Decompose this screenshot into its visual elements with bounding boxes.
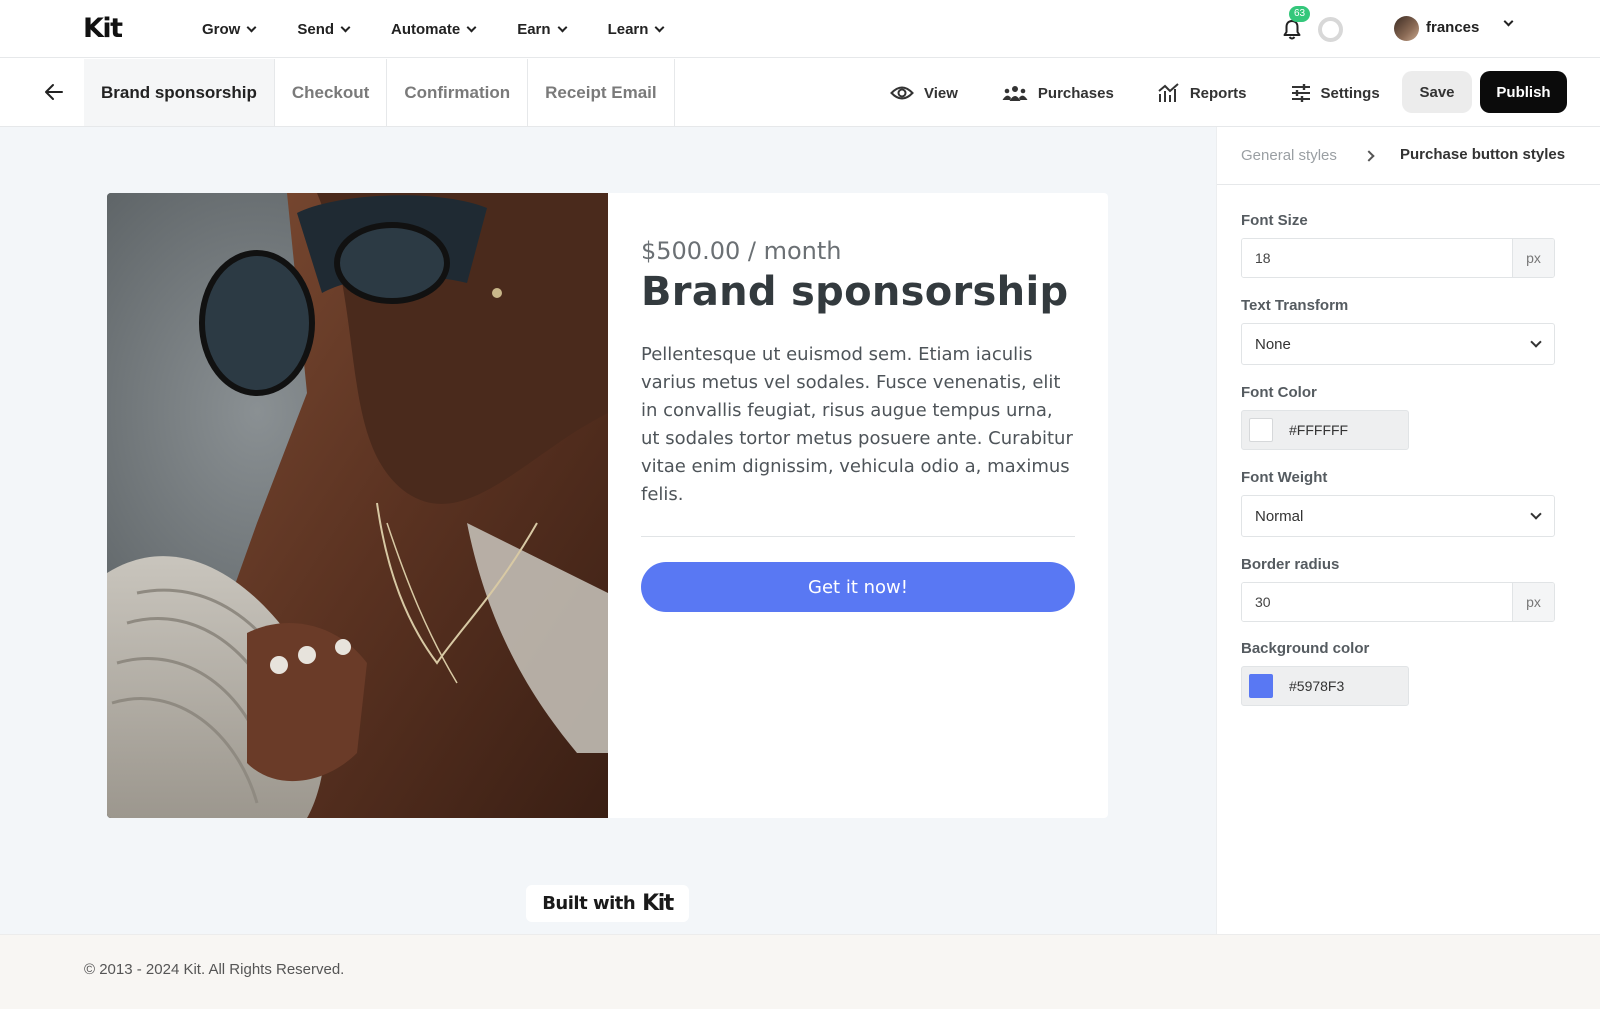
chevron-down-icon xyxy=(466,22,477,32)
background-color-picker[interactable]: #5978F3 xyxy=(1241,666,1409,706)
breadcrumb-general-styles[interactable]: General styles xyxy=(1241,147,1337,164)
font-weight-field: Font Weight Normal xyxy=(1241,469,1555,537)
tab-brand-sponsorship[interactable]: Brand sponsorship xyxy=(84,59,275,126)
eye-icon xyxy=(890,86,914,100)
border-radius-input[interactable] xyxy=(1242,583,1512,621)
product-title: Brand sponsorship xyxy=(641,269,1069,315)
border-radius-input-group: px xyxy=(1241,582,1555,622)
editor-toolbar: Brand sponsorship Checkout Confirmation … xyxy=(0,59,1600,127)
tab-receipt-email[interactable]: Receipt Email xyxy=(528,59,675,126)
chevron-down-icon xyxy=(340,22,351,32)
reports-button[interactable]: Reports xyxy=(1158,83,1247,103)
font-size-input-group: px xyxy=(1241,238,1555,278)
sliders-icon xyxy=(1291,84,1310,102)
nav-item-label: Learn xyxy=(607,20,649,38)
product-price: $500.00 / month xyxy=(641,237,842,265)
content-divider xyxy=(641,536,1075,537)
kit-logo[interactable]: Kit xyxy=(83,15,123,43)
background-color-field: Background color #5978F3 xyxy=(1241,640,1555,706)
view-button[interactable]: View xyxy=(890,85,958,102)
border-radius-label: Border radius xyxy=(1241,556,1340,573)
unit-label: px xyxy=(1512,239,1554,277)
nav-item-label: Grow xyxy=(202,20,241,38)
purchases-label: Purchases xyxy=(1037,84,1114,102)
product-image[interactable] xyxy=(107,193,608,818)
publish-button[interactable]: Publish xyxy=(1480,71,1567,113)
chevron-down-icon xyxy=(1530,336,1542,348)
font-color-label: Font Color xyxy=(1241,384,1317,401)
font-color-value: #FFFFFF xyxy=(1289,422,1349,438)
chart-icon xyxy=(1158,83,1179,102)
nav-item-label: Automate xyxy=(391,20,461,38)
settings-label: Settings xyxy=(1320,84,1380,102)
built-with-label: Built with xyxy=(542,893,636,914)
save-button[interactable]: Save xyxy=(1402,71,1472,113)
top-navigation: Kit Grow Send Automate Earn Learn 63 fra… xyxy=(0,0,1600,58)
chevron-down-icon xyxy=(1530,508,1542,520)
background-color-value: #5978F3 xyxy=(1289,678,1345,694)
main-menu: Grow Send Automate Earn Learn xyxy=(202,18,705,40)
font-weight-label: Font Weight xyxy=(1241,469,1328,486)
breadcrumb: General styles Purchase button styles xyxy=(1217,127,1600,185)
breadcrumb-current: Purchase button styles xyxy=(1400,146,1566,163)
nav-item-grow[interactable]: Grow xyxy=(202,18,257,40)
view-label: View xyxy=(924,84,958,102)
people-icon xyxy=(1002,86,1028,101)
toolbar-actions: View Purchases Reports Settings xyxy=(890,71,1424,115)
nav-item-earn[interactable]: Earn xyxy=(517,18,568,40)
product-card: $500.00 / month Brand sponsorship Pellen… xyxy=(107,193,1108,818)
font-size-field: Font Size px xyxy=(1241,212,1555,278)
chevron-down-icon[interactable] xyxy=(1503,16,1514,27)
tab-confirmation[interactable]: Confirmation xyxy=(387,59,529,126)
user-name[interactable]: frances xyxy=(1426,19,1479,36)
page-preview-canvas: $500.00 / month Brand sponsorship Pellen… xyxy=(0,127,1216,934)
text-transform-label: Text Transform xyxy=(1241,297,1349,314)
product-description: Pellentesque ut euismod sem. Etiam iacul… xyxy=(641,344,1073,505)
loading-ring-icon xyxy=(1318,17,1343,42)
chevron-down-icon xyxy=(654,22,665,32)
nav-item-label: Earn xyxy=(517,20,551,38)
font-size-input[interactable] xyxy=(1242,239,1512,277)
purchase-button[interactable]: Get it now! xyxy=(641,562,1075,612)
chevron-down-icon xyxy=(246,22,257,32)
kit-logo: Kit xyxy=(642,891,674,916)
font-weight-select[interactable]: Normal xyxy=(1241,495,1555,537)
settings-button[interactable]: Settings xyxy=(1291,83,1380,103)
border-radius-field: Border radius px xyxy=(1241,556,1555,622)
back-arrow-icon[interactable] xyxy=(44,82,64,102)
product-photo-illustration xyxy=(107,193,608,818)
page-tabs: Brand sponsorship Checkout Confirmation … xyxy=(84,59,675,126)
style-settings-panel: General styles Purchase button styles Fo… xyxy=(1216,127,1600,934)
text-transform-field: Text Transform None xyxy=(1241,297,1555,365)
copyright-text: © 2013 - 2024 Kit. All Rights Reserved. xyxy=(84,961,345,978)
nav-item-send[interactable]: Send xyxy=(297,18,351,40)
chevron-down-icon xyxy=(557,22,568,32)
purchases-button[interactable]: Purchases xyxy=(1002,84,1114,102)
text-transform-select[interactable]: None xyxy=(1241,323,1555,365)
color-swatch xyxy=(1249,674,1273,698)
product-details: $500.00 / month Brand sponsorship Pellen… xyxy=(641,237,1075,612)
footer: © 2013 - 2024 Kit. All Rights Reserved. xyxy=(0,934,1600,1009)
font-size-label: Font Size xyxy=(1241,212,1308,229)
color-swatch xyxy=(1249,418,1273,442)
bell-icon[interactable] xyxy=(1283,19,1301,40)
unit-label: px xyxy=(1512,583,1554,621)
avatar[interactable] xyxy=(1394,16,1419,41)
reports-label: Reports xyxy=(1189,84,1247,102)
chevron-right-icon xyxy=(1363,150,1375,162)
background-color-label: Background color xyxy=(1241,640,1370,657)
text-transform-value: None xyxy=(1255,335,1291,353)
font-color-picker[interactable]: #FFFFFF xyxy=(1241,410,1409,450)
tab-checkout[interactable]: Checkout xyxy=(275,59,388,126)
font-color-field: Font Color #FFFFFF xyxy=(1241,384,1555,450)
notification-count-badge: 63 xyxy=(1289,6,1311,22)
font-weight-value: Normal xyxy=(1255,507,1304,525)
nav-item-learn[interactable]: Learn xyxy=(607,18,665,40)
built-with-kit-badge[interactable]: Built with Kit xyxy=(526,885,689,922)
nav-item-automate[interactable]: Automate xyxy=(391,18,477,40)
nav-item-label: Send xyxy=(297,20,335,38)
